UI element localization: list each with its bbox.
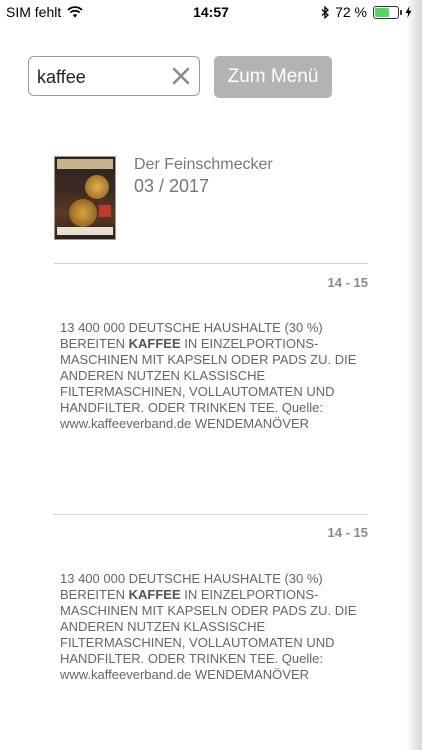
status-right: 72 % [321,4,412,20]
result-pages: 14 - 15 [327,275,368,290]
cover-decoration [85,175,109,199]
cover-decoration [99,205,111,217]
result-snippet[interactable]: 13 400 000 DEUTSCHE HAUSHALTE (30 %) BER… [60,320,360,432]
battery-icon [373,5,402,19]
charging-icon [405,6,412,18]
cover-decoration [57,227,113,235]
search-input[interactable] [35,57,169,97]
battery-cap [400,9,402,15]
clear-search-icon[interactable] [171,66,191,86]
magazine-name: Der Feinschmecker [134,156,273,173]
status-bar: SIM fehlt 14:57 72 % [0,0,422,24]
battery-percent: 72 % [335,4,367,20]
bluetooth-icon [321,5,330,19]
magazine-cover[interactable] [54,156,116,240]
snippet-highlight: KAFFEE [128,587,181,602]
magazine-issue: 03 / 2017 [134,176,210,196]
battery-fill [375,7,389,17]
result-pages: 14 - 15 [327,525,368,540]
menu-button[interactable]: Zum Menü [214,56,332,98]
cover-decoration [69,199,97,227]
edge-shadow [406,0,422,750]
divider [54,263,368,264]
divider [54,514,368,515]
search-box[interactable] [28,56,200,97]
snippet-highlight: KAFFEE [128,336,181,351]
cover-masthead [57,159,113,169]
result-snippet[interactable]: 13 400 000 DEUTSCHE HAUSHALTE (30 %) BER… [60,571,360,683]
